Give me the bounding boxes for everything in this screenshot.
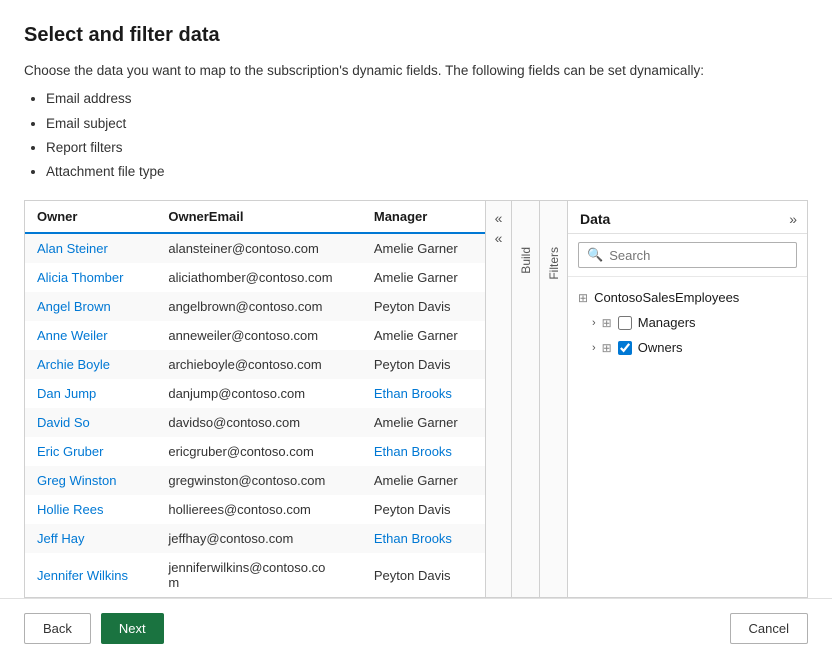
back-button[interactable]: Back bbox=[24, 613, 91, 644]
manager-cell: Amelie Garner bbox=[362, 263, 485, 292]
manager-cell: Peyton Davis bbox=[362, 553, 485, 597]
tree-child-owners[interactable]: › ⊞ Owners bbox=[568, 335, 807, 360]
owner-cell[interactable]: Alan Steiner bbox=[25, 233, 156, 263]
manager-cell: Peyton Davis bbox=[362, 292, 485, 321]
tree-child-managers[interactable]: › ⊞ Managers bbox=[568, 310, 807, 335]
manager-cell: Amelie Garner bbox=[362, 408, 485, 437]
email-cell: jeffhay@contoso.com bbox=[156, 524, 362, 553]
owners-label: Owners bbox=[638, 340, 683, 355]
email-cell: alansteiner@contoso.com bbox=[156, 233, 362, 263]
main-content: Owner OwnerEmail Manager Alan Steinerala… bbox=[24, 200, 808, 598]
owner-cell[interactable]: Greg Winston bbox=[25, 466, 156, 495]
manager-cell: Peyton Davis bbox=[362, 495, 485, 524]
email-cell: davidso@contoso.com bbox=[156, 408, 362, 437]
email-cell: ericgruber@contoso.com bbox=[156, 437, 362, 466]
table-row: Alicia Thomberaliciathomber@contoso.comA… bbox=[25, 263, 485, 292]
owner-cell[interactable]: Jennifer Wilkins bbox=[25, 553, 156, 597]
manager-cell: Amelie Garner bbox=[362, 466, 485, 495]
field-item-3: Report filters bbox=[46, 136, 808, 160]
owners-checkbox[interactable] bbox=[618, 341, 632, 355]
search-icon: 🔍 bbox=[587, 247, 603, 263]
filters-tab-label[interactable]: Filters bbox=[545, 241, 563, 286]
dynamic-fields-list: Email address Email subject Report filte… bbox=[24, 87, 808, 184]
data-panel[interactable]: Owner OwnerEmail Manager Alan Steinerala… bbox=[25, 201, 485, 597]
owner-cell[interactable]: Hollie Rees bbox=[25, 495, 156, 524]
email-cell: aliciathomber@contoso.com bbox=[156, 263, 362, 292]
cancel-button[interactable]: Cancel bbox=[730, 613, 808, 644]
col-owner-email: OwnerEmail bbox=[156, 201, 362, 233]
managers-checkbox[interactable] bbox=[618, 316, 632, 330]
expand-right-btn[interactable]: » bbox=[789, 211, 797, 227]
field-item-2: Email subject bbox=[46, 112, 808, 136]
build-tab-label[interactable]: Build bbox=[517, 241, 535, 280]
owner-cell[interactable]: Alicia Thomber bbox=[25, 263, 156, 292]
table-owners-icon: ⊞ bbox=[602, 341, 612, 355]
managers-label: Managers bbox=[638, 315, 696, 330]
description: Choose the data you want to map to the s… bbox=[24, 61, 808, 81]
search-input[interactable] bbox=[609, 248, 788, 263]
tree-root-item: ⊞ ContosoSalesEmployees bbox=[568, 285, 807, 310]
owner-cell[interactable]: Eric Gruber bbox=[25, 437, 156, 466]
filters-tab[interactable]: Filters bbox=[539, 201, 567, 597]
owner-cell[interactable]: Dan Jump bbox=[25, 379, 156, 408]
panel-controls: « « bbox=[485, 201, 511, 597]
col-owner: Owner bbox=[25, 201, 156, 233]
table-row: Angel Brownangelbrown@contoso.comPeyton … bbox=[25, 292, 485, 321]
expand-owners-icon[interactable]: › bbox=[592, 342, 596, 354]
table-row: Dan Jumpdanjump@contoso.comEthan Brooks bbox=[25, 379, 485, 408]
expand-managers-icon[interactable]: › bbox=[592, 317, 596, 329]
tree-panel: ⊞ ContosoSalesEmployees › ⊞ Managers › ⊞… bbox=[568, 277, 807, 597]
table-row: Anne Weileranneweiler@contoso.comAmelie … bbox=[25, 321, 485, 350]
field-item-4: Attachment file type bbox=[46, 160, 808, 184]
next-button[interactable]: Next bbox=[101, 613, 164, 644]
manager-cell: Peyton Davis bbox=[362, 350, 485, 379]
footer-left: Back Next bbox=[24, 613, 164, 644]
table-row: Jeff Hayjeffhay@contoso.comEthan Brooks bbox=[25, 524, 485, 553]
table-row: Jennifer Wilkinsjenniferwilkins@contoso.… bbox=[25, 553, 485, 597]
owner-cell[interactable]: Archie Boyle bbox=[25, 350, 156, 379]
data-table: Owner OwnerEmail Manager Alan Steinerala… bbox=[25, 201, 485, 597]
email-cell: hollierees@contoso.com bbox=[156, 495, 362, 524]
search-box-container: 🔍 bbox=[568, 234, 807, 277]
email-cell: gregwinston@contoso.com bbox=[156, 466, 362, 495]
table-row: Greg Winstongregwinston@contoso.comAmeli… bbox=[25, 466, 485, 495]
page-title: Select and filter data bbox=[24, 24, 808, 47]
footer: Back Next Cancel bbox=[0, 598, 832, 658]
collapse-left-btn-2[interactable]: « bbox=[491, 229, 507, 247]
manager-cell: Ethan Brooks bbox=[362, 379, 485, 408]
manager-cell: Amelie Garner bbox=[362, 233, 485, 263]
table-row: Archie Boylearchieboyle@contoso.comPeyto… bbox=[25, 350, 485, 379]
owner-cell[interactable]: Angel Brown bbox=[25, 292, 156, 321]
build-filters-panel: « « Build Filters bbox=[485, 201, 567, 597]
owner-cell[interactable]: David So bbox=[25, 408, 156, 437]
col-manager: Manager bbox=[362, 201, 485, 233]
search-box: 🔍 bbox=[578, 242, 797, 268]
manager-cell: Ethan Brooks bbox=[362, 437, 485, 466]
email-cell: jenniferwilkins@contoso.co m bbox=[156, 553, 362, 597]
collapse-left-btn-1[interactable]: « bbox=[491, 209, 507, 227]
manager-cell: Amelie Garner bbox=[362, 321, 485, 350]
page-container: Select and filter data Choose the data y… bbox=[0, 0, 832, 598]
table-icon: ⊞ bbox=[578, 291, 588, 305]
manager-cell: Ethan Brooks bbox=[362, 524, 485, 553]
email-cell: anneweiler@contoso.com bbox=[156, 321, 362, 350]
table-row: Hollie Reeshollierees@contoso.comPeyton … bbox=[25, 495, 485, 524]
owner-cell[interactable]: Jeff Hay bbox=[25, 524, 156, 553]
tree-root-label: ContosoSalesEmployees bbox=[594, 290, 739, 305]
table-row: Eric Gruberericgruber@contoso.comEthan B… bbox=[25, 437, 485, 466]
email-cell: archieboyle@contoso.com bbox=[156, 350, 362, 379]
owner-cell[interactable]: Anne Weiler bbox=[25, 321, 156, 350]
table-row: David Sodavidso@contoso.comAmelie Garner bbox=[25, 408, 485, 437]
field-item-1: Email address bbox=[46, 87, 808, 111]
right-data-header: Data » bbox=[568, 201, 807, 234]
build-tab[interactable]: Build bbox=[511, 201, 539, 597]
right-data-panel: Data » 🔍 ⊞ ContosoSalesEmployees › ⊞ bbox=[567, 201, 807, 597]
table-row: Alan Steineralansteiner@contoso.comAmeli… bbox=[25, 233, 485, 263]
email-cell: angelbrown@contoso.com bbox=[156, 292, 362, 321]
email-cell: danjump@contoso.com bbox=[156, 379, 362, 408]
right-data-title: Data bbox=[580, 211, 610, 227]
table-managers-icon: ⊞ bbox=[602, 316, 612, 330]
